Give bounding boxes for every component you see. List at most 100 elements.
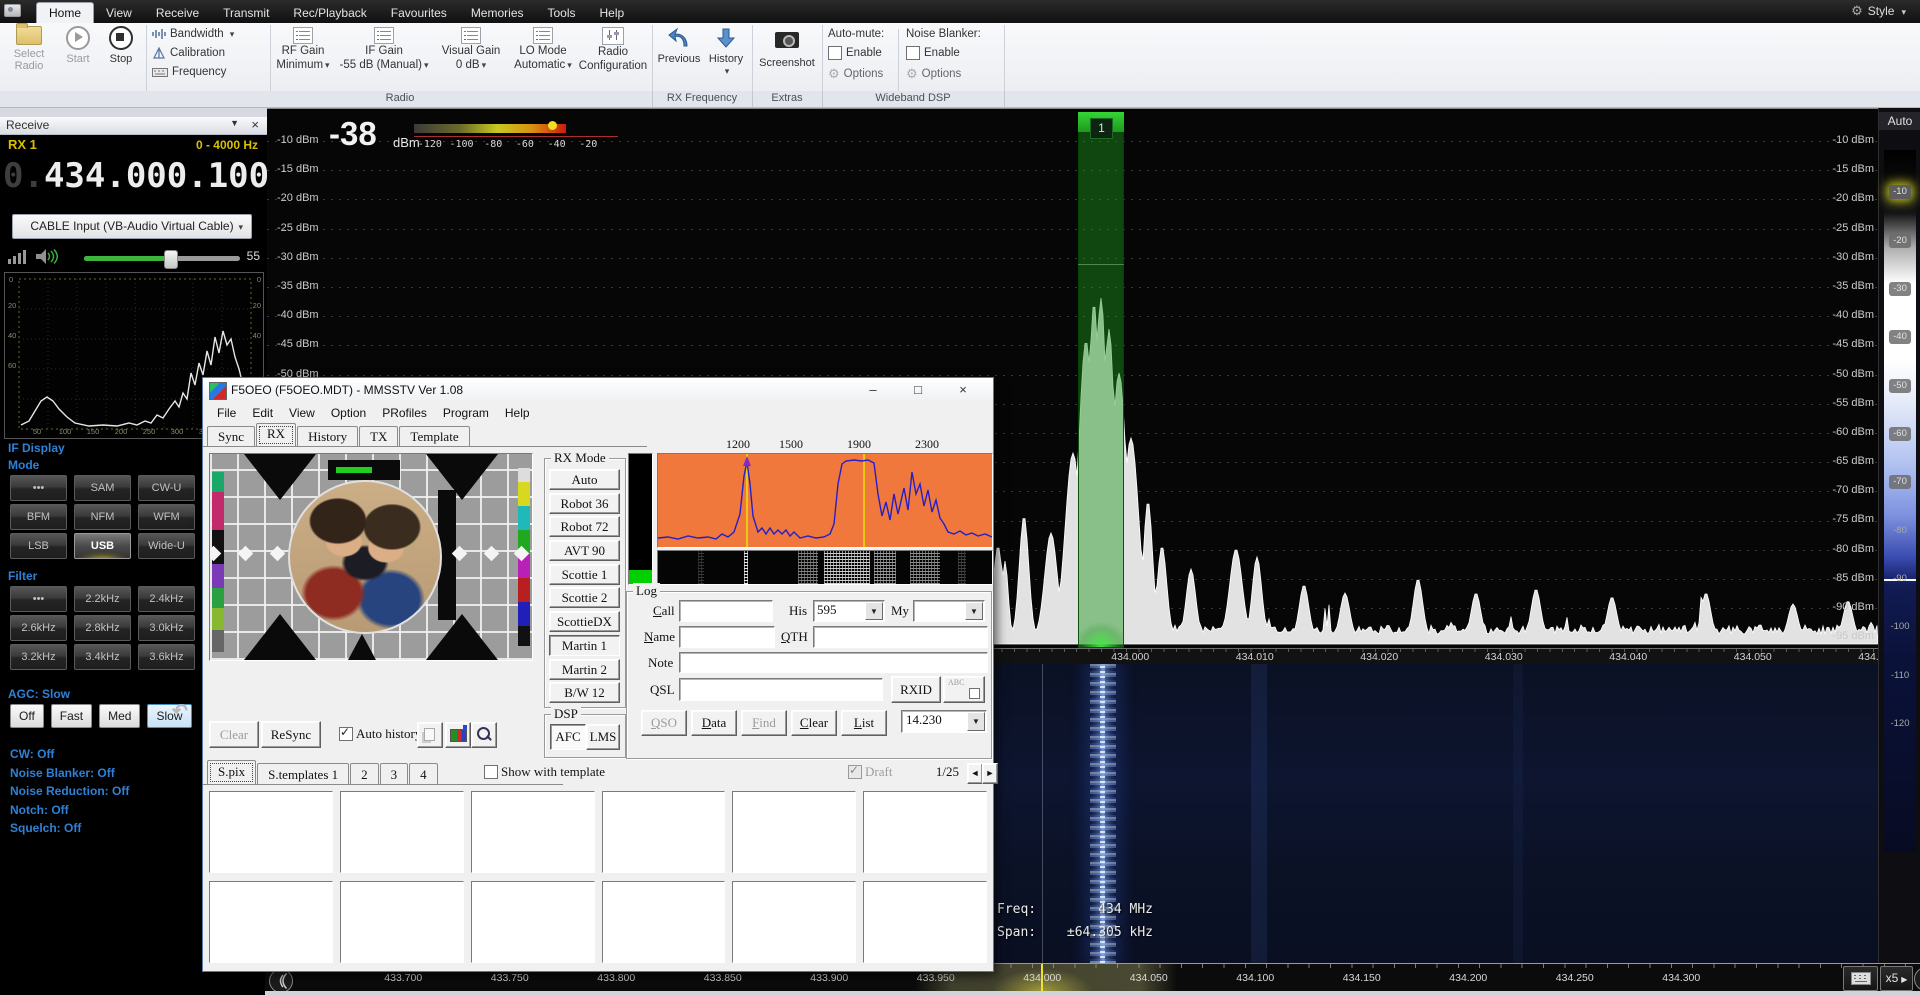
rf-gain-button[interactable]: RF Gain Minimum	[272, 27, 334, 72]
filter-button-2-4khz[interactable]: 2.4kHz	[138, 586, 195, 612]
filter-section-label[interactable]: Filter	[8, 569, 37, 583]
rx-mode-martin-2[interactable]: Martin 2	[549, 659, 620, 680]
lo-mode-button[interactable]: LO Mode Automatic	[510, 27, 576, 72]
dropdown-button[interactable]: ▼	[865, 602, 883, 620]
mode-section-label[interactable]: Mode	[8, 458, 39, 472]
mmsstv-tab-sync[interactable]: Sync	[207, 426, 255, 447]
calibration-button[interactable]: Calibration	[152, 47, 225, 59]
template-thumbnail[interactable]	[209, 881, 333, 963]
mode-button-sam[interactable]: SAM	[74, 475, 131, 501]
agc-undo-icon[interactable]: ↶	[172, 700, 188, 723]
clear-image-button[interactable]: Clear	[209, 721, 259, 748]
mmsstv-tab-template[interactable]: Template	[399, 426, 469, 447]
menu-file[interactable]: File	[209, 406, 244, 420]
filter-button-3-0khz[interactable]: 3.0kHz	[138, 615, 195, 641]
volume-slider[interactable]	[84, 256, 240, 261]
scroll-left-button[interactable]	[269, 969, 293, 992]
abc-text-button[interactable]: ABC	[943, 676, 985, 703]
magnifier-button[interactable]	[471, 722, 497, 748]
template-thumbnail[interactable]	[863, 791, 987, 873]
mode-button-cw-u[interactable]: CW-U	[138, 475, 195, 501]
ribbon-tab-rec-playback[interactable]: Rec/Playback	[281, 3, 378, 23]
filter-button-item[interactable]: •••	[10, 586, 67, 612]
ribbon-tab-favourites[interactable]: Favourites	[379, 3, 459, 23]
rx-mode-scottie-2[interactable]: Scottie 2	[549, 587, 620, 608]
ribbon-tab-receive[interactable]: Receive	[144, 3, 211, 23]
status-squelch-off[interactable]: Squelch: Off	[10, 819, 129, 838]
mode-button-nfm[interactable]: NFM	[74, 504, 131, 530]
visual-gain-button[interactable]: Visual Gain 0 dB	[434, 27, 508, 72]
ribbon-tab-view[interactable]: View	[94, 3, 144, 23]
qsl-input[interactable]	[679, 678, 883, 701]
lms-button[interactable]: LMS	[586, 724, 620, 750]
log-button-list[interactable]: List	[841, 710, 887, 736]
bandwidth-button[interactable]: Bandwidth	[152, 28, 234, 40]
template-thumbnail[interactable]	[602, 791, 726, 873]
agc-button-med[interactable]: Med	[99, 704, 140, 728]
rx-passband-marker[interactable]	[1078, 112, 1124, 648]
status-cw-off[interactable]: CW: Off	[10, 745, 129, 764]
mode-button-wfm[interactable]: WFM	[138, 504, 195, 530]
template-thumbnail[interactable]	[732, 881, 856, 963]
template-thumbnail[interactable]	[732, 791, 856, 873]
speaker-icon[interactable]	[34, 248, 58, 270]
rx-mode-martin-1[interactable]: Martin 1	[549, 635, 620, 656]
log-frequency-combobox[interactable]: 14.230 ▼	[901, 710, 987, 733]
rx-mode-scottie-1[interactable]: Scottie 1	[549, 564, 620, 585]
sstv-fft-display[interactable]	[657, 453, 993, 548]
rx-mode-robot-36[interactable]: Robot 36	[549, 493, 620, 514]
show-with-template-checkbox[interactable]	[484, 765, 498, 779]
agc-section-label[interactable]: AGC: Slow	[8, 687, 70, 701]
ribbon-tab-memories[interactable]: Memories	[459, 3, 536, 23]
filter-button-3-2khz[interactable]: 3.2kHz	[10, 644, 67, 670]
select-radio-button[interactable]: Select Radio	[2, 26, 56, 72]
name-input[interactable]	[679, 626, 775, 648]
afc-button[interactable]: AFC	[550, 724, 586, 750]
my-rst-combobox[interactable]: ▼	[913, 600, 985, 622]
menu-edit[interactable]: Edit	[244, 406, 281, 420]
minimize-icon[interactable]: –	[858, 380, 888, 400]
template-thumbnail[interactable]	[340, 791, 464, 873]
filter-button-2-6khz[interactable]: 2.6kHz	[10, 615, 67, 641]
mode-button-bfm[interactable]: BFM	[10, 504, 67, 530]
chevron-down-icon[interactable]	[1899, 4, 1906, 18]
template-thumbnail[interactable]	[471, 791, 595, 873]
agc-button-off[interactable]: Off	[10, 704, 44, 728]
rxid-button[interactable]: RXID	[891, 676, 941, 703]
ribbon-tab-transmit[interactable]: Transmit	[211, 3, 281, 23]
mode-button-wide-u[interactable]: Wide-U	[138, 533, 195, 559]
menu-view[interactable]: View	[281, 406, 323, 420]
auto-range-button[interactable]: Auto	[1879, 112, 1920, 130]
gear-icon[interactable]: ⚙	[1851, 3, 1863, 19]
frequency-display[interactable]: 0.434.000.100	[3, 156, 269, 196]
template-thumbnail[interactable]	[340, 881, 464, 963]
agc-button-fast[interactable]: Fast	[51, 704, 92, 728]
pix-tab-2[interactable]: 2	[350, 763, 379, 785]
filter-button-2-8khz[interactable]: 2.8kHz	[74, 615, 131, 641]
template-thumbnail[interactable]	[863, 881, 987, 963]
template-thumbnail[interactable]	[602, 881, 726, 963]
dropdown-button[interactable]: ▼	[965, 602, 983, 620]
template-thumbnail[interactable]	[209, 791, 333, 873]
frequency-button[interactable]: Frequency	[152, 66, 226, 78]
mmsstv-titlebar[interactable]: F5OEO (F5OEO.MDT) - MMSSTV Ver 1.08 – □ …	[203, 378, 993, 402]
ribbon-tab-tools[interactable]: Tools	[536, 3, 588, 23]
app-menu-button[interactable]	[4, 3, 30, 19]
log-button-clear[interactable]: Clear	[791, 710, 837, 736]
status-notch-off[interactable]: Notch: Off	[10, 801, 129, 820]
noise-blanker-enable-checkbox[interactable]: Enable	[906, 46, 960, 60]
menu-program[interactable]: Program	[435, 406, 497, 420]
template-thumbnail[interactable]	[471, 881, 595, 963]
rx-mode-auto[interactable]: Auto	[549, 469, 620, 490]
menu-profiles[interactable]: PRofiles	[374, 406, 435, 420]
mmsstv-tab-rx[interactable]: RX	[256, 423, 296, 447]
note-input[interactable]	[679, 652, 988, 673]
close-icon[interactable]: ×	[251, 117, 259, 132]
if-gain-button[interactable]: IF Gain -55 dB (Manual)	[336, 27, 432, 72]
chevron-down-icon[interactable]: ▼	[230, 118, 239, 128]
radio-configuration-button[interactable]: Radio Configuration	[578, 27, 648, 73]
scroll-right-button[interactable]	[1914, 967, 1920, 991]
resync-button[interactable]: ReSync	[261, 721, 321, 748]
pix-tab-4[interactable]: 4	[409, 763, 438, 785]
mode-button-usb[interactable]: USB	[74, 533, 131, 559]
